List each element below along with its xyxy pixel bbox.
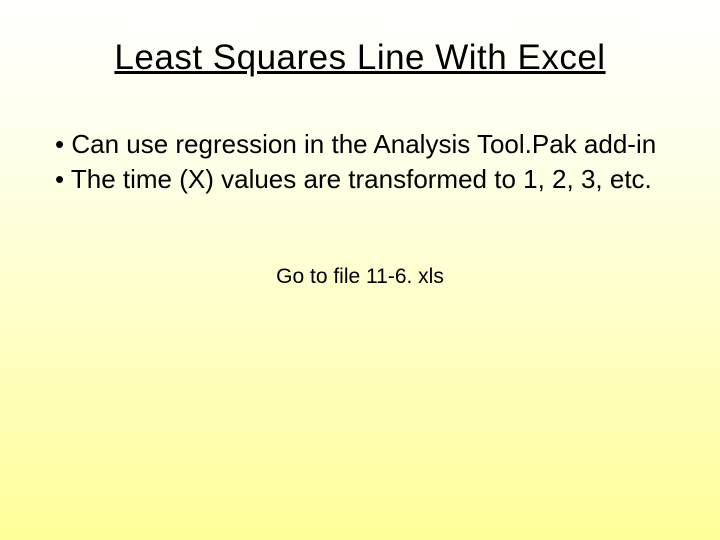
slide-note: Go to file 11-6. xls [55, 265, 665, 289]
bullet-item: The time (X) values are transformed to 1… [55, 163, 665, 196]
bullet-list: Can use regression in the Analysis Tool.… [55, 128, 665, 195]
slide-title: Least Squares Line With Excel [55, 38, 665, 78]
bullet-item: Can use regression in the Analysis Tool.… [55, 128, 665, 161]
slide: Least Squares Line With Excel Can use re… [0, 0, 720, 540]
